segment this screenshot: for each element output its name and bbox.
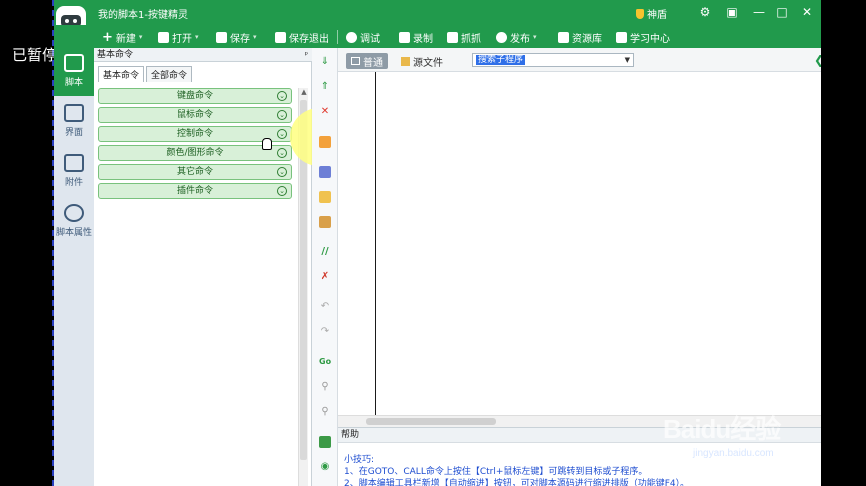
mode-source-button[interactable]: 源文件 [396,53,448,69]
code-icon [64,54,84,72]
paste-icon[interactable] [319,216,331,228]
left-arrow-icon[interactable]: ❮ [814,53,821,67]
expand-icon: ⌄ [277,148,287,158]
comment-icon[interactable]: // [319,246,331,258]
baidu-watermark-url: jingyan.baidu.com [693,448,774,459]
hand-tool-icon[interactable] [319,136,331,148]
window-icon [64,104,84,122]
list-icon [351,57,360,65]
attachment-icon [64,154,84,172]
chevron-down-icon: ▼ [624,56,630,64]
close-button[interactable]: ✕ [799,4,815,20]
learning-icon [616,31,627,43]
open-button[interactable]: 打开 ▾ [158,29,199,45]
save-exit-icon [275,31,286,43]
command-panel-header: 基本命令 ᵖ [94,48,312,62]
command-plugin[interactable]: 插件命令 ⌄ [98,183,292,199]
command-tabs: 基本命令 全部命令 [98,66,193,82]
nav-item-script[interactable]: 脚本 [54,48,94,96]
record-button[interactable]: 录制 [399,29,433,45]
camera-icon [399,31,410,43]
new-button[interactable]: + 新建 ▾ [102,29,142,45]
delete-icon[interactable]: ✕ [319,106,331,118]
shield-icon [636,8,644,19]
pin-icon[interactable]: ᵖ [305,48,308,62]
tab-all-commands[interactable]: 全部命令 [146,66,193,82]
learning-center-button[interactable]: 学习中心 [616,29,670,45]
command-other[interactable]: 其它命令 ⌄ [98,164,292,180]
find-next-icon[interactable]: ⚲ [319,406,331,418]
scroll-thumb[interactable] [366,418,496,425]
debug-button[interactable]: 调试 [346,29,380,45]
expand-icon: ⌄ [277,110,287,120]
folder-icon [158,31,169,43]
command-mouse[interactable]: 鼠标命令 ⌄ [98,107,292,123]
capture-icon [447,31,458,43]
capture-button[interactable]: 抓抓 [447,29,481,45]
resources-icon [558,31,569,43]
nav-item-interface[interactable]: 界面 [54,98,94,146]
left-nav: 脚本 界面 附件 脚本属性 [54,48,94,486]
info-icon [64,204,84,222]
hand-cursor-icon [262,138,272,150]
expand-icon: ⌄ [277,186,287,196]
expand-icon: ⌄ [277,167,287,177]
mode-normal-button[interactable]: 普通 [346,53,388,69]
minimize-button[interactable]: — [751,4,767,20]
indent-icon[interactable] [319,436,331,448]
save-icon [216,31,227,43]
command-panel: 基本命令 ᵖ 基本命令 全部命令 键盘命令 ⌄ 鼠标命令 ⌄ 控制命令 ⌄ 颜色/图形… [94,48,348,486]
command-keyboard[interactable]: 键盘命令 ⌄ [98,88,292,104]
play-icon [346,31,357,43]
subroutine-select[interactable]: 搜索子程序 ▼ [472,53,634,67]
copy-icon[interactable] [319,191,331,203]
main-toolbar: + 新建 ▾ 打开 ▾ 保存 ▾ 保存退出 调试 录制 抓抓 发布 ▾ 资源库 学习中心 [54,25,821,48]
editor-side-toolbar: ⇓ ⇑ ✕ // ✗ ↶ ↷ Go ⚲ ⚲ ◉ [312,48,338,486]
nav-item-script-properties[interactable]: 脚本属性 [54,198,94,246]
plus-icon: + [102,29,113,45]
expand-icon: ⌄ [277,91,287,101]
undo-icon[interactable]: ↶ [319,301,331,313]
publish-button[interactable]: 发布 ▾ [496,29,537,45]
publish-icon [496,31,507,43]
maximize-button[interactable]: □ [774,4,790,20]
find-icon[interactable]: ⚲ [319,381,331,393]
restore-icon[interactable]: ▣ [724,4,740,20]
scroll-up-icon[interactable]: ▲ [299,88,309,98]
settings-icon[interactable]: ⚙ [697,4,713,20]
expand-icon: ⌄ [277,129,287,139]
source-icon [401,56,410,66]
editor-gutter-line [375,72,376,415]
move-up-icon[interactable]: ⇑ [319,81,331,93]
redo-icon[interactable]: ↷ [319,326,331,338]
cut-icon[interactable] [319,166,331,178]
view-icon[interactable]: ◉ [319,461,331,473]
goto-icon[interactable]: Go [319,356,331,368]
resources-button[interactable]: 资源库 [558,29,602,45]
toolbar-separator [337,30,338,44]
uncomment-icon[interactable]: ✗ [319,271,331,283]
nav-item-attachment[interactable]: 附件 [54,148,94,196]
editor-toolbar: 普通 源文件 搜索子程序 ▼ ❮ ❯ [338,48,821,72]
baidu-watermark: Baidu经验 [663,414,781,444]
save-exit-button[interactable]: 保存退出 [275,29,329,45]
paused-overlay-text: 已暂停 [12,46,58,64]
code-editor[interactable] [338,72,821,415]
vip-badge[interactable]: 神盾 [636,6,667,21]
tab-basic-commands[interactable]: 基本命令 [98,66,145,82]
move-down-icon[interactable]: ⇓ [319,56,331,68]
window-title: 我的脚本1-按键精灵 [98,10,188,21]
title-bar: 我的脚本1-按键精灵 神盾 ⚙ ▣ — □ ✕ [54,0,821,38]
save-button[interactable]: 保存 ▾ [216,29,257,45]
